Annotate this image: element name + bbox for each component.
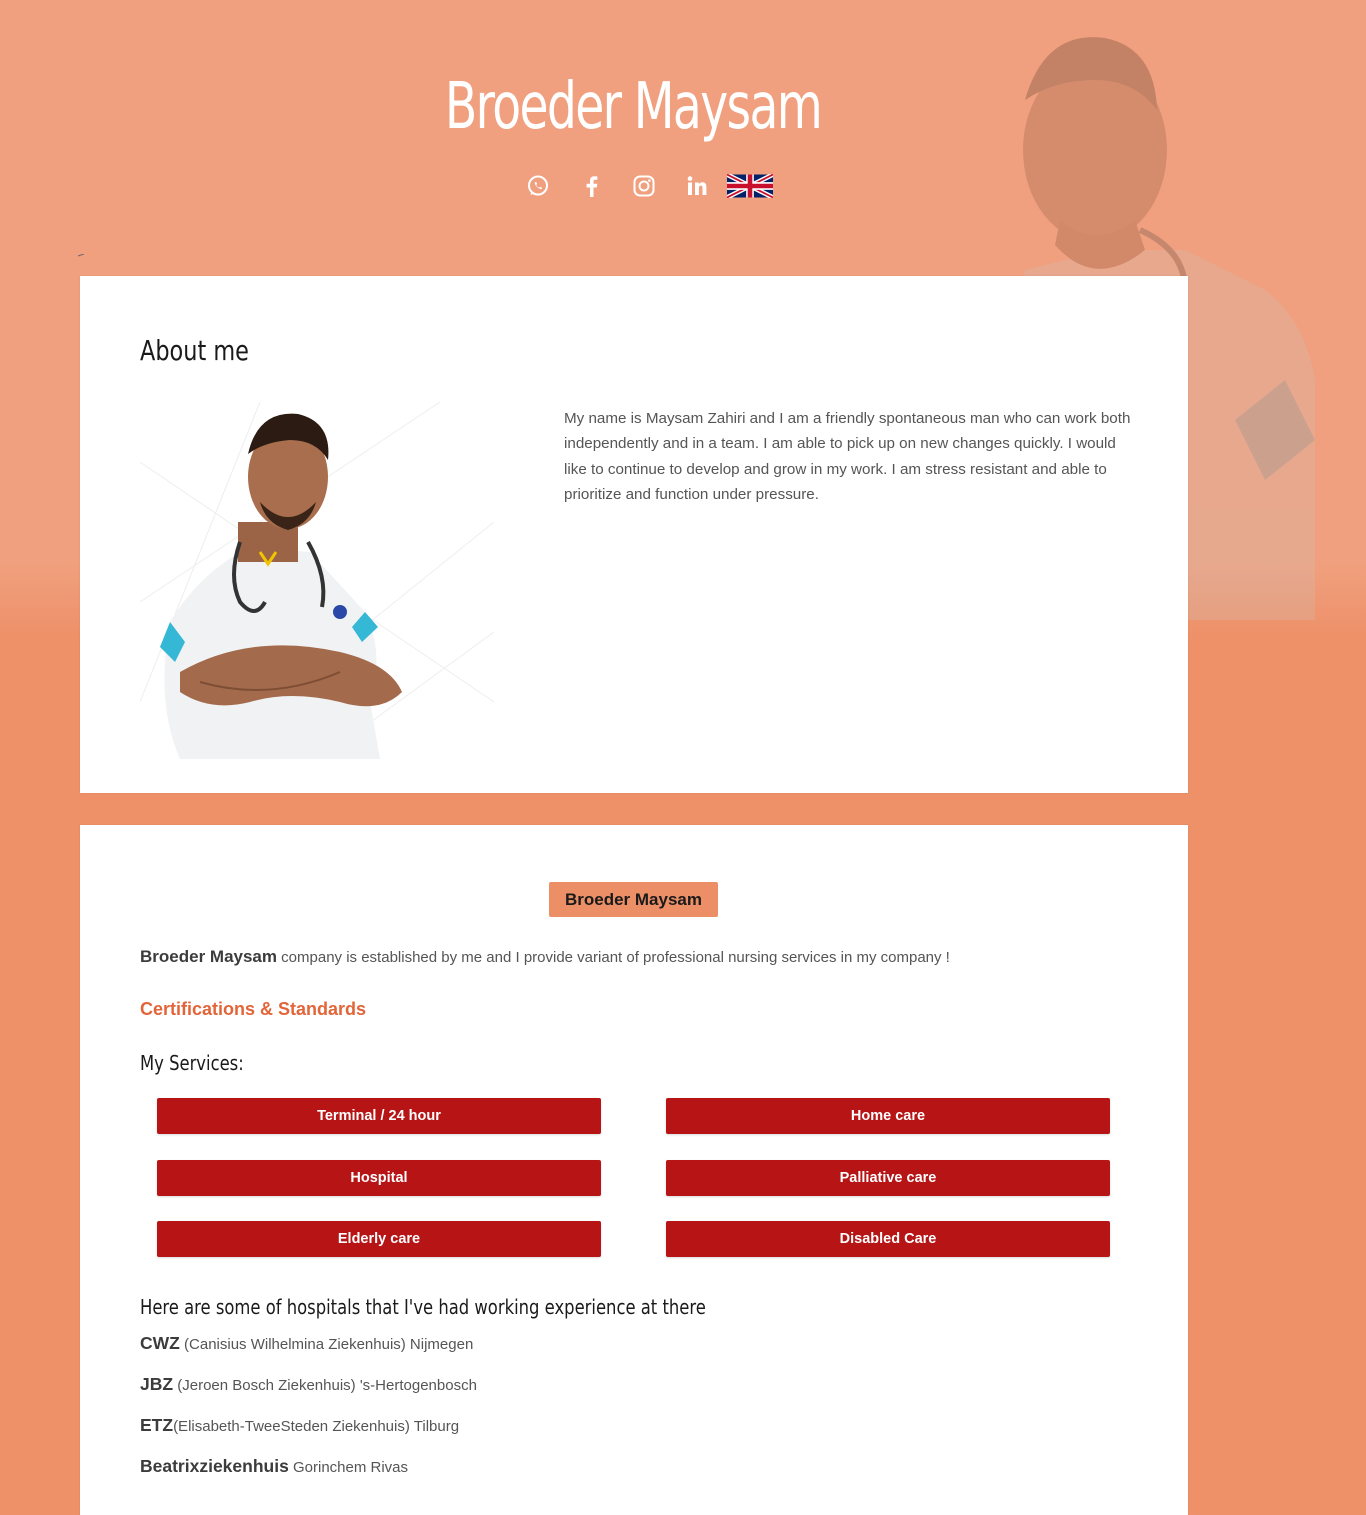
- hospital-abbr: CWZ: [140, 1333, 180, 1353]
- brand-badge: Broeder Maysam: [549, 882, 718, 917]
- service-button-palliative-care[interactable]: Palliative care: [666, 1160, 1110, 1196]
- hospital-detail: (Jeroen Bosch Ziekenhuis) 's-Hertogenbos…: [173, 1377, 477, 1394]
- hospital-abbr: Beatrixziekenhuis: [140, 1456, 289, 1476]
- hospital-abbr: JBZ: [140, 1374, 174, 1394]
- about-text: My name is Maysam Zahiri and I am a frie…: [564, 410, 1131, 503]
- service-button-terminal[interactable]: Terminal / 24 hour: [157, 1098, 601, 1134]
- services-card: Broeder Maysam Broeder Maysam company is…: [80, 825, 1188, 1515]
- site-title: Broeder Maysam: [444, 70, 823, 144]
- services-heading: My Services:: [140, 1051, 244, 1075]
- company-intro: Broeder Maysam company is established by…: [140, 947, 950, 967]
- service-button-home-care[interactable]: Home care: [666, 1098, 1110, 1134]
- instagram-icon[interactable]: [617, 170, 670, 202]
- hospital-detail: (Canisius Wilhelmina Ziekenhuis) Nijmege…: [179, 1336, 474, 1353]
- whatsapp-icon[interactable]: [511, 170, 564, 202]
- hospitals-heading: Here are some of hospitals that I've had…: [140, 1295, 706, 1319]
- company-intro-text: company is established by me and I provi…: [277, 949, 950, 966]
- company-name: Broeder Maysam: [140, 947, 278, 966]
- hospital-detail: Gorinchem Rivas: [288, 1459, 409, 1476]
- hospital-item: ETZ(Elisabeth-TweeSteden Ziekenhuis) Til…: [140, 1415, 459, 1436]
- uk-flag-icon[interactable]: [727, 174, 773, 198]
- about-heading: About me: [140, 334, 249, 367]
- about-card: About me My name is Maysam Zahiri and I …: [80, 276, 1188, 793]
- service-button-hospital[interactable]: Hospital: [157, 1160, 601, 1196]
- hospital-item: CWZ (Canisius Wilhelmina Ziekenhuis) Nij…: [140, 1333, 473, 1354]
- decorative-mark: [78, 254, 84, 257]
- social-links: [511, 170, 773, 202]
- facebook-icon[interactable]: [564, 170, 617, 202]
- profile-photo: [140, 402, 494, 759]
- service-button-elderly-care[interactable]: Elderly care: [157, 1221, 601, 1257]
- hospital-item: Beatrixziekenhuis Gorinchem Rivas: [140, 1456, 408, 1477]
- hospital-item: JBZ (Jeroen Bosch Ziekenhuis) 's-Hertoge…: [140, 1374, 477, 1395]
- service-button-disabled-care[interactable]: Disabled Care: [666, 1221, 1110, 1257]
- linkedin-icon[interactable]: [670, 170, 723, 202]
- hospital-detail: (Elisabeth-TweeSteden Ziekenhuis) Tilbur…: [173, 1418, 460, 1435]
- hospital-abbr: ETZ: [140, 1415, 174, 1435]
- certifications-link[interactable]: Certifications & Standards: [140, 999, 366, 1020]
